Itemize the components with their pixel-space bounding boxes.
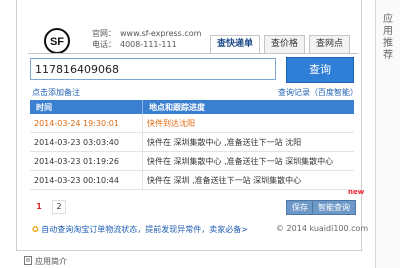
app-intro-label: 应用简介 <box>35 257 67 266</box>
sf-logo: SF <box>44 28 70 54</box>
document-icon <box>24 256 32 267</box>
row-detail: 快件在 深圳 ,准备送往下一站 深圳集散中心 <box>142 170 354 190</box>
row-time: 2014-03-24 19:30:01 <box>30 114 143 133</box>
table-header-row: 时间 地点和跟踪进度 <box>30 100 354 114</box>
table-row: 2014-03-23 01:19:26 快件在 深圳集散中心 ,准备送往下一站 … <box>30 151 354 171</box>
tab-check-price[interactable]: 查价格 <box>264 35 306 54</box>
auto-query-text: 自动查询淘宝订单物流状态，提前发现异常件，卖家必备> <box>41 225 248 234</box>
add-note-link[interactable]: 点击添加备注 <box>32 87 80 98</box>
table-row: 2014-03-23 00:10:44 快件在 深圳 ,准备送往下一站 深圳集散… <box>30 170 354 190</box>
app-recommend-panel[interactable]: 应用推荐 <box>375 0 400 268</box>
tab-divider <box>28 53 358 54</box>
tab-track-shipment[interactable]: 查快递单 <box>210 35 261 54</box>
svg-text:SF: SF <box>50 36 64 48</box>
row-detail: 快件到达沈阳 <box>142 114 354 133</box>
row-time: 2014-03-23 00:10:44 <box>30 170 143 190</box>
tracking-number-input[interactable] <box>30 58 276 80</box>
phone-label: 电话： <box>92 40 116 49</box>
table-row: 2014-03-24 19:30:01 快件到达沈阳 <box>30 114 354 133</box>
copyright-text: © 2014 kuaidi100.com <box>276 224 369 233</box>
app-recommend-label: 应用推荐 <box>383 14 393 61</box>
phone-value: 4008-111-111 <box>120 40 177 49</box>
save-button[interactable]: 保存 <box>286 200 314 215</box>
new-badge: new <box>348 188 365 196</box>
website-value: www.sf-express.com <box>120 29 202 38</box>
express-query-widget: SF 官网： www.sf-express.com 电话： 4008-111-1… <box>28 20 368 240</box>
query-button[interactable]: 查询 <box>286 57 354 83</box>
row-time: 2014-03-23 01:19:26 <box>30 151 143 171</box>
smart-query-button[interactable]: 智能查询 <box>312 200 356 215</box>
pagination: 1 2 <box>32 200 66 214</box>
tracking-results-table: 时间 地点和跟踪进度 2014-03-24 19:30:01 快件到达沈阳 20… <box>30 100 354 190</box>
tab-check-outlet[interactable]: 查网点 <box>309 35 351 54</box>
star-icon: ✪ <box>32 225 39 234</box>
company-info: 官网： www.sf-express.com 电话： 4008-111-111 <box>92 28 201 50</box>
row-detail: 快件在 深圳集散中心 ,准备送往下一站 沈阳 <box>142 132 354 152</box>
row-time: 2014-03-23 03:03:40 <box>30 132 143 152</box>
time-column-header: 时间 <box>30 100 143 114</box>
query-history-link[interactable]: 查询记录（百度智能） <box>278 87 358 98</box>
progress-column-header: 地点和跟踪进度 <box>142 100 354 114</box>
page-1[interactable]: 1 <box>32 200 46 214</box>
page-2[interactable]: 2 <box>52 200 66 214</box>
table-row: 2014-03-23 03:03:40 快件在 深圳集散中心 ,准备送往下一站 … <box>30 132 354 152</box>
row-detail: 快件在 深圳集散中心 ,准备送往下一站 深圳集散中心 <box>142 151 354 171</box>
website-label: 官网： <box>92 29 116 38</box>
query-tabs: 查快递单 查价格 查网点 <box>210 35 351 54</box>
auto-query-link[interactable]: ✪ 自动查询淘宝订单物流状态，提前发现异常件，卖家必备> <box>32 224 248 235</box>
app-intro-section[interactable]: 应用简介 <box>24 256 67 267</box>
